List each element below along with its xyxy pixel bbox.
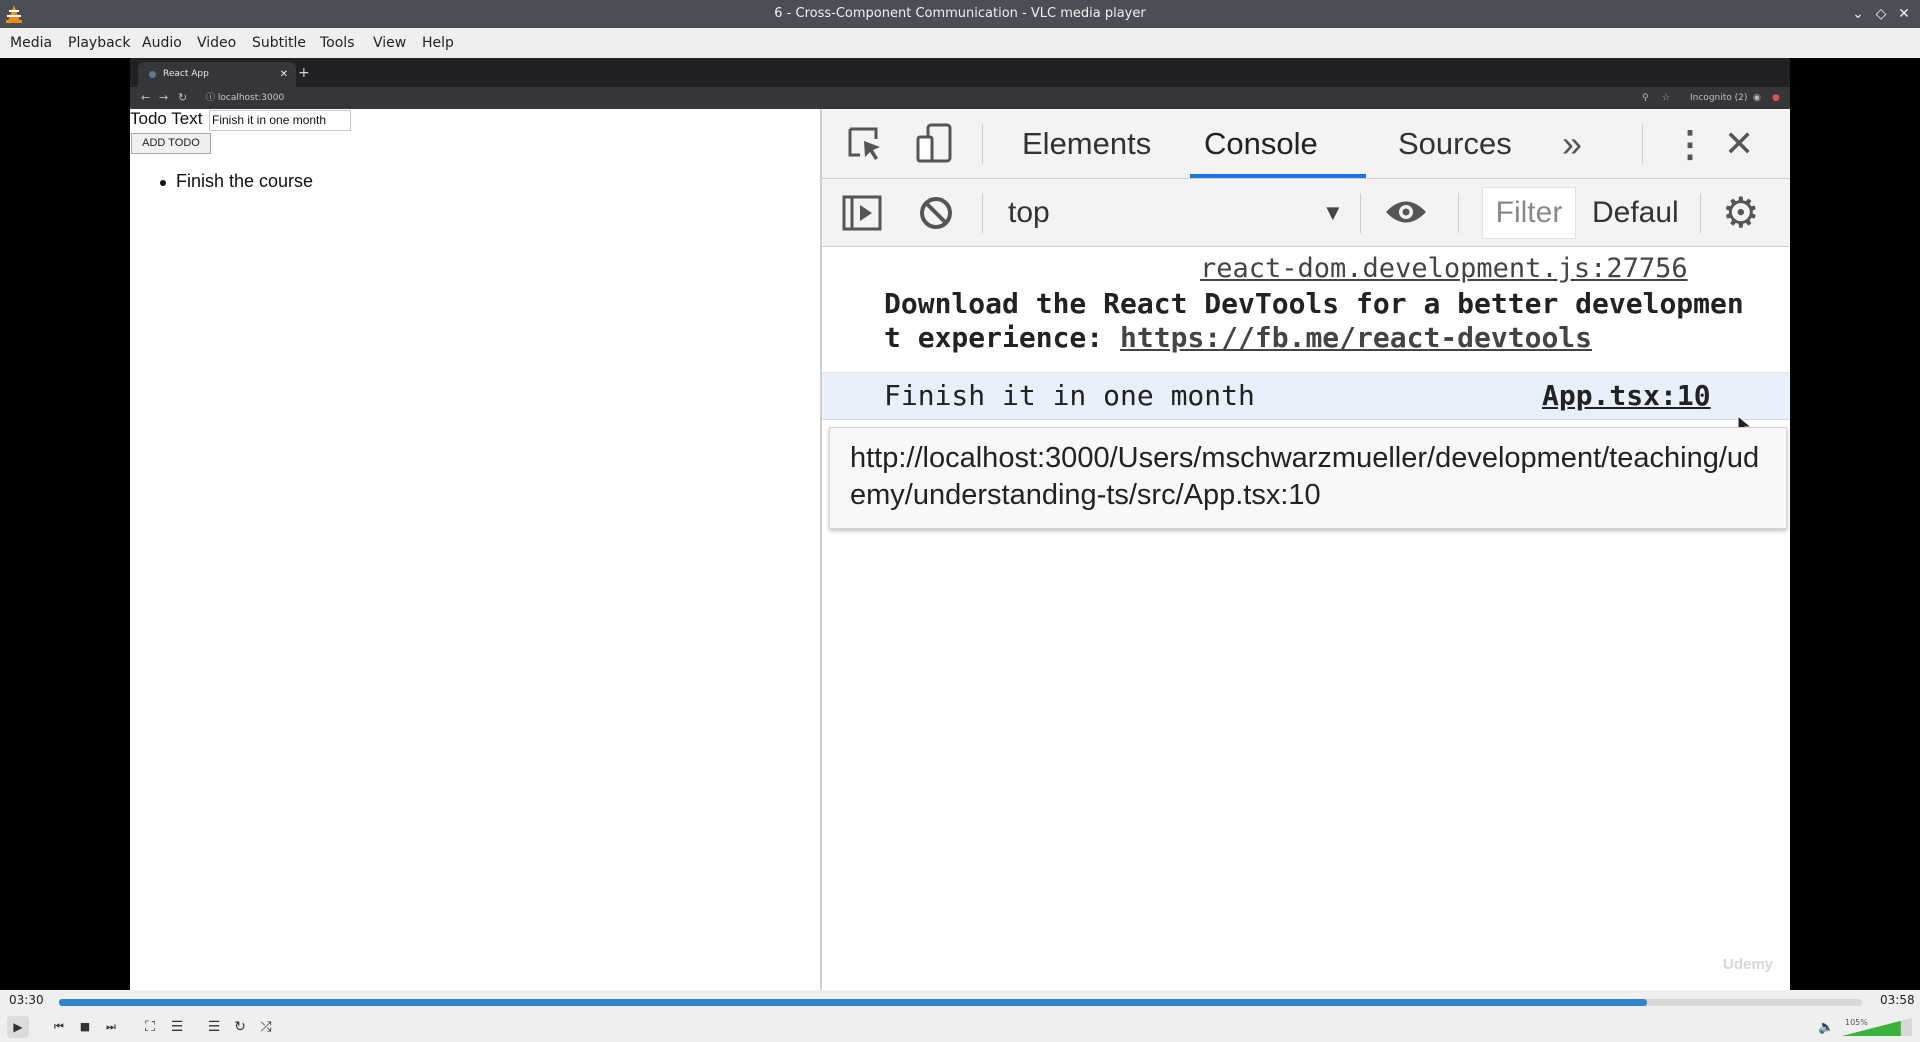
title-bar: 6 - Cross-Component Communication - VLC …: [0, 0, 1920, 28]
browser-tab: React App ✕: [138, 62, 296, 87]
menu-help[interactable]: Help: [422, 28, 454, 58]
extended-settings-icon[interactable]: ☰: [166, 1016, 188, 1038]
browser-toolbar: ← → ↻ ⓘ localhost:3000 ⚲ ☆ Incognito (2)…: [130, 87, 1790, 109]
tooltip-url: http://localhost:3000/Users/mschwarzmuel…: [850, 442, 1760, 511]
sidebar-toggle-icon: [842, 195, 882, 231]
window-title: 6 - Cross-Component Communication - VLC …: [774, 6, 1146, 21]
play-button[interactable]: ▶: [7, 1016, 29, 1038]
separator: [1458, 193, 1459, 233]
console-message: react-dom.development.js:27756 Download …: [822, 247, 1790, 373]
previous-icon[interactable]: ⏮: [48, 1016, 70, 1038]
eye-icon: [1386, 201, 1426, 223]
stop-icon[interactable]: ■: [74, 1016, 96, 1038]
close-devtools-icon: ✕: [1724, 123, 1755, 164]
kebab-menu-icon: ⋮: [1672, 123, 1708, 164]
message-text: Download the React DevTools for a better…: [884, 287, 1744, 355]
back-icon: ←: [141, 91, 151, 104]
devtools-panel: Elements Console Sources » ⋮ ✕ top ▼ Fil…: [822, 109, 1790, 990]
todo-item: Finish the course: [160, 171, 313, 192]
volume-percent: 105%: [1845, 1018, 1868, 1027]
incognito-label: Incognito (2): [1690, 93, 1748, 103]
new-tab-icon: +: [298, 65, 310, 81]
favicon-icon: [149, 71, 156, 78]
separator: [1360, 193, 1361, 233]
add-todo-button: ADD TODO: [131, 133, 211, 154]
clear-console-icon: [920, 197, 952, 229]
todo-text-input: Finish it in one month: [209, 110, 351, 131]
separator: [982, 193, 983, 233]
playlist-icon[interactable]: ☰: [203, 1016, 225, 1038]
menu-audio[interactable]: Audio: [142, 28, 182, 58]
browser-tab-title: React App: [163, 69, 209, 79]
profile-dot-icon: ●: [1772, 93, 1780, 103]
devtools-download-link: https://fb.me/react-devtools: [1120, 321, 1593, 354]
console-message-highlighted: Finish it in one month App.tsx:10: [822, 373, 1790, 420]
loop-icon[interactable]: ↻: [229, 1016, 251, 1038]
todo-text-label: Todo Text: [130, 109, 203, 128]
forward-icon: →: [159, 91, 169, 104]
menu-subtitle[interactable]: Subtitle: [252, 28, 306, 58]
video-frame: React App ✕ + ← → ↻ ⓘ localhost:3000 ⚲ ☆…: [130, 58, 1790, 990]
console-filter-bar: top ▼ Filter Defaul ⚙: [822, 179, 1790, 247]
message-source-link: react-dom.development.js:27756: [1200, 253, 1688, 284]
search-icon: ⚲: [1642, 93, 1649, 103]
menu-bar: Media Playback Audio Video Subtitle Tool…: [0, 28, 1920, 59]
settings-gear-icon: ⚙: [1722, 189, 1760, 236]
menu-view[interactable]: View: [373, 28, 406, 58]
context-selector: top: [1008, 196, 1050, 229]
address-bar: ⓘ localhost:3000: [206, 93, 285, 103]
browser-tab-strip: React App ✕ +: [130, 58, 1790, 87]
filter-input: Filter: [1482, 187, 1576, 239]
tab-console: Console: [1204, 126, 1318, 161]
seek-progress: [59, 999, 1648, 1006]
udemy-watermark: Udemy: [1723, 956, 1774, 973]
inspect-element-icon: [848, 127, 880, 160]
log-levels-dropdown: Defaul: [1592, 196, 1679, 229]
tab-sources: Sources: [1398, 126, 1512, 161]
tab-close-icon: ✕: [279, 69, 288, 80]
devtools-tab-bar: Elements Console Sources » ⋮ ✕: [822, 109, 1790, 179]
menu-video[interactable]: Video: [197, 28, 236, 58]
separator: [1700, 193, 1701, 233]
next-icon[interactable]: ⏭: [100, 1016, 122, 1038]
console-output: react-dom.development.js:27756 Download …: [822, 247, 1790, 990]
minimize-icon[interactable]: ⌄: [1848, 4, 1868, 24]
menu-media[interactable]: Media: [10, 28, 52, 58]
tab-elements: Elements: [1022, 126, 1152, 161]
device-toolbar-icon: [916, 123, 952, 163]
incognito-icon: ◉: [1753, 93, 1761, 103]
maximize-icon[interactable]: ◇: [1871, 4, 1891, 24]
speaker-icon[interactable]: 🔈: [1818, 1020, 1834, 1035]
shuffle-icon[interactable]: ⤮: [255, 1016, 277, 1038]
context-dropdown-icon: ▼: [1322, 200, 1344, 225]
separator: [1642, 124, 1643, 164]
close-icon[interactable]: ✕: [1894, 4, 1914, 24]
menu-playback[interactable]: Playback: [68, 28, 130, 58]
app-pane: Todo Text Finish it in one month ADD TOD…: [130, 109, 822, 990]
active-tab-indicator: [1190, 174, 1366, 178]
link-tooltip: http://localhost:3000/Users/mschwarzmuel…: [829, 427, 1787, 529]
elapsed-time: 03:30: [9, 993, 44, 1007]
log-text: Finish it in one month: [884, 379, 1255, 412]
more-tabs-chevron-icon: »: [1562, 123, 1583, 164]
url-text: localhost:3000: [217, 93, 285, 103]
reload-icon: ↻: [178, 91, 188, 104]
separator: [982, 124, 983, 164]
video-area[interactable]: React App ✕ + ← → ↻ ⓘ localhost:3000 ⚲ ☆…: [0, 58, 1920, 990]
menu-tools[interactable]: Tools: [320, 28, 355, 58]
todo-list: Finish the course: [160, 171, 313, 192]
fullscreen-icon[interactable]: ⛶: [139, 1016, 161, 1038]
seek-slider[interactable]: [59, 999, 1862, 1006]
total-time: 03:58: [1880, 993, 1915, 1007]
player-controls: 03:30 03:58 ▶ ⏮ ■ ⏭ ⛶ ☰ ☰ ↻ ⤮ 🔈 105%: [0, 990, 1920, 1042]
star-icon: ☆: [1662, 93, 1671, 103]
log-source-link: App.tsx:10: [1542, 379, 1711, 412]
